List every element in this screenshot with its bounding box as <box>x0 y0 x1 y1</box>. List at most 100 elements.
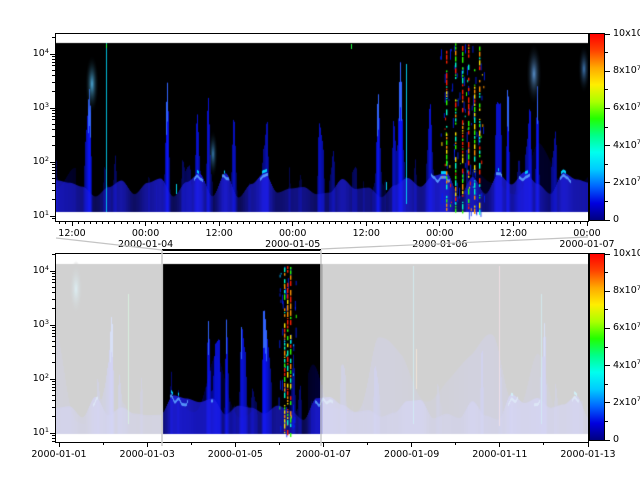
y-minor-tick <box>52 124 55 125</box>
x-time-label-text: 12:00 <box>500 228 527 239</box>
x-minor-tick <box>163 222 164 224</box>
x-major-tick <box>513 222 514 226</box>
y-tick-label-exp: 1 <box>45 209 49 217</box>
figure: 10410310210112:0000:002000-01-0412:0000:… <box>0 0 640 480</box>
x-date-label: 2000-01-04 <box>118 240 173 250</box>
y-minor-tick <box>52 353 55 354</box>
x-minor-tick <box>274 222 275 224</box>
x-minor-tick <box>84 222 85 224</box>
colorbar-major-tick <box>605 34 610 35</box>
x-minor-tick <box>121 222 122 224</box>
x-time-label-text: 12:00 <box>353 228 380 239</box>
y-major-tick <box>50 216 55 217</box>
y-tick-label-exp: 2 <box>45 155 49 163</box>
x-minor-tick <box>390 222 391 224</box>
x-minor-tick <box>550 222 551 224</box>
x-minor-tick <box>476 222 477 224</box>
x-time-label-text: 00:00 <box>132 228 159 239</box>
x-minor-tick <box>495 222 496 224</box>
x-minor-tick <box>360 222 361 224</box>
colorbar-minor-tick <box>605 89 608 90</box>
x-date-label: 2000-01-05 <box>208 450 263 460</box>
x-minor-tick <box>127 222 128 224</box>
y-minor-tick <box>52 390 55 391</box>
x-minor-tick <box>501 222 502 224</box>
y-minor-tick <box>52 407 55 408</box>
y-minor-tick <box>52 170 55 171</box>
colorbar-tick-label-text: 4x10 <box>613 140 637 151</box>
x-minor-tick <box>488 222 489 224</box>
y-tick-label: 104 <box>19 49 49 59</box>
x-date-label-text: 2000-01-07 <box>296 449 351 460</box>
y-minor-tick <box>52 435 55 436</box>
y-minor-tick <box>52 308 55 309</box>
y-minor-tick <box>52 292 55 293</box>
x-major-tick <box>588 443 589 447</box>
y-major-tick <box>50 108 55 109</box>
colorbar-tick-label: 6x107 <box>613 103 640 113</box>
x-time-label: 00:00 <box>573 229 600 239</box>
colorbar-tick-label-text: 6x10 <box>613 322 637 333</box>
y-minor-tick <box>52 254 55 255</box>
y-minor-tick <box>52 276 55 277</box>
colorbar-tick-label-text: 8x10 <box>613 285 637 296</box>
x-minor-tick <box>298 222 299 224</box>
x-minor-tick <box>482 222 483 224</box>
y-minor-tick <box>52 327 55 328</box>
colorbar-major-tick <box>605 402 610 403</box>
x-minor-tick <box>452 222 453 224</box>
x-date-label-text: 2000-01-05 <box>208 449 263 460</box>
x-minor-tick <box>237 222 238 224</box>
y-minor-tick <box>52 441 55 442</box>
x-minor-tick <box>78 222 79 224</box>
x-time-label-text: 00:00 <box>573 228 600 239</box>
y-minor-tick <box>52 416 55 417</box>
x-date-label: 2000-01-03 <box>120 450 175 460</box>
x-major-tick <box>59 443 60 447</box>
x-minor-tick <box>279 443 280 445</box>
x-minor-tick <box>347 222 348 224</box>
colorbar-tick-label: 2x107 <box>613 178 640 188</box>
x-minor-tick <box>415 222 416 224</box>
x-minor-tick <box>188 222 189 224</box>
x-minor-tick <box>286 222 287 224</box>
y-tick-label-text: 10 <box>33 48 45 59</box>
colorbar-tick-label: 0 <box>613 215 619 225</box>
y-minor-tick <box>52 164 55 165</box>
colorbar-tick-label-text: 0 <box>613 214 619 225</box>
y-minor-tick <box>52 110 55 111</box>
y-minor-tick <box>52 218 55 219</box>
x-time-label: 12:00 <box>353 229 380 239</box>
x-minor-tick <box>537 222 538 224</box>
colorbar-major-tick <box>605 440 610 441</box>
y-minor-tick <box>52 190 55 191</box>
colorbar-major-tick <box>605 145 610 146</box>
y-minor-tick <box>52 136 55 137</box>
y-tick-label-exp: 3 <box>45 101 49 109</box>
x-minor-tick <box>372 222 373 224</box>
x-minor-tick <box>200 222 201 224</box>
x-minor-tick <box>568 222 569 224</box>
y-tick-label-text: 10 <box>33 427 45 438</box>
y-minor-tick <box>52 119 55 120</box>
overview-colorbar: 10x1078x1076x1074x1072x1070 <box>589 253 605 441</box>
x-minor-tick <box>427 222 428 224</box>
colorbar-major-tick <box>605 365 610 366</box>
y-tick-label: 102 <box>19 374 49 384</box>
y-minor-tick <box>52 341 55 342</box>
x-major-tick <box>145 222 146 226</box>
colorbar-tick-label: 6x107 <box>613 323 640 333</box>
x-minor-tick <box>255 222 256 224</box>
x-time-label: 00:00 <box>132 229 159 239</box>
x-time-label: 12:00 <box>500 229 527 239</box>
x-date-label-text: 2000-01-04 <box>118 239 173 250</box>
y-minor-tick <box>52 56 55 57</box>
x-minor-tick <box>354 222 355 224</box>
x-date-label: 2000-01-07 <box>559 240 614 250</box>
x-minor-tick <box>525 222 526 224</box>
x-date-label-text: 2000-01-09 <box>384 449 439 460</box>
y-minor-tick <box>52 183 55 184</box>
x-date-label: 2000-01-11 <box>472 450 527 460</box>
y-minor-tick <box>52 116 55 117</box>
x-minor-tick <box>458 222 459 224</box>
